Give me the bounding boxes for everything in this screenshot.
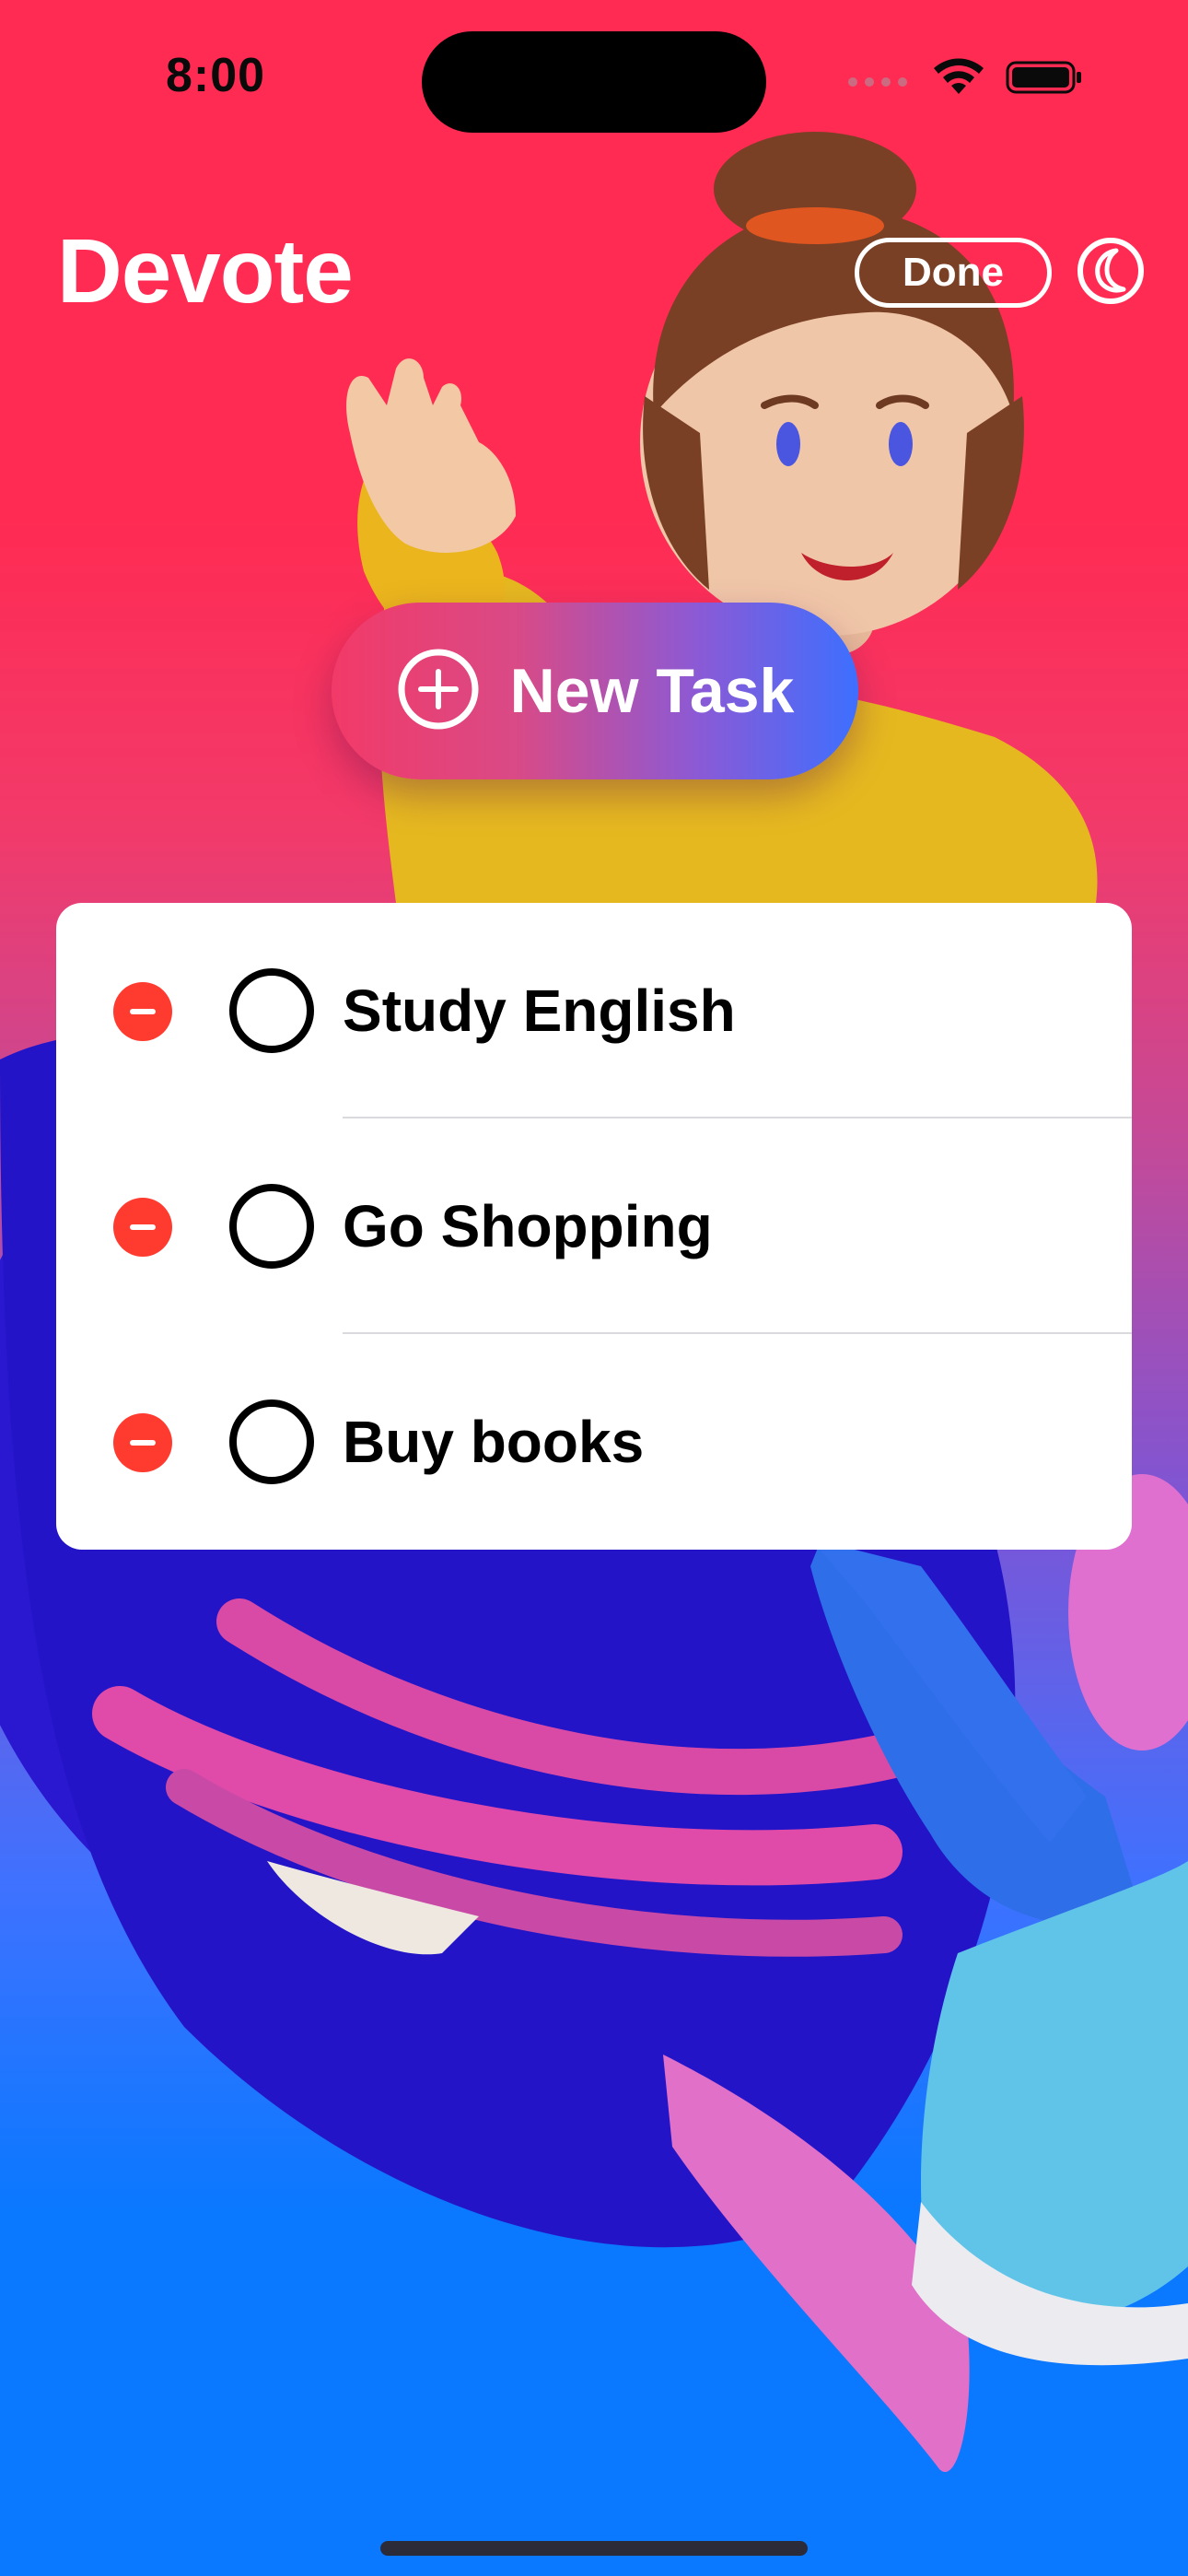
task-list: Study English Go Shopping Buy books	[56, 903, 1132, 1550]
checkbox-circle-icon[interactable]	[229, 1399, 314, 1484]
plus-circle-icon	[396, 647, 481, 736]
moon-icon	[1076, 236, 1146, 310]
delete-minus-icon[interactable]	[113, 982, 172, 1041]
wifi-icon	[932, 57, 985, 102]
done-button[interactable]: Done	[855, 238, 1052, 308]
task-title: Buy books	[343, 1409, 645, 1475]
checkbox-circle-icon[interactable]	[229, 1184, 314, 1269]
new-task-button[interactable]: New Task	[332, 603, 858, 779]
home-indicator[interactable]	[380, 2541, 808, 2556]
new-task-label: New Task	[509, 656, 795, 726]
task-row[interactable]: Go Shopping	[56, 1118, 1132, 1334]
app-title: Devote	[57, 220, 354, 322]
task-title: Go Shopping	[343, 1193, 713, 1259]
task-title: Study English	[343, 978, 736, 1044]
task-row[interactable]: Buy books	[56, 1334, 1132, 1550]
signal-icon	[845, 64, 912, 96]
theme-toggle-button[interactable]	[1076, 236, 1146, 310]
delete-minus-icon[interactable]	[113, 1413, 172, 1472]
status-icons	[845, 57, 1083, 102]
checkbox-circle-icon[interactable]	[229, 968, 314, 1053]
task-row[interactable]: Study English	[56, 903, 1132, 1118]
delete-minus-icon[interactable]	[113, 1198, 172, 1257]
dynamic-island	[422, 31, 766, 133]
battery-icon	[1006, 59, 1083, 100]
status-time: 8:00	[166, 49, 266, 102]
